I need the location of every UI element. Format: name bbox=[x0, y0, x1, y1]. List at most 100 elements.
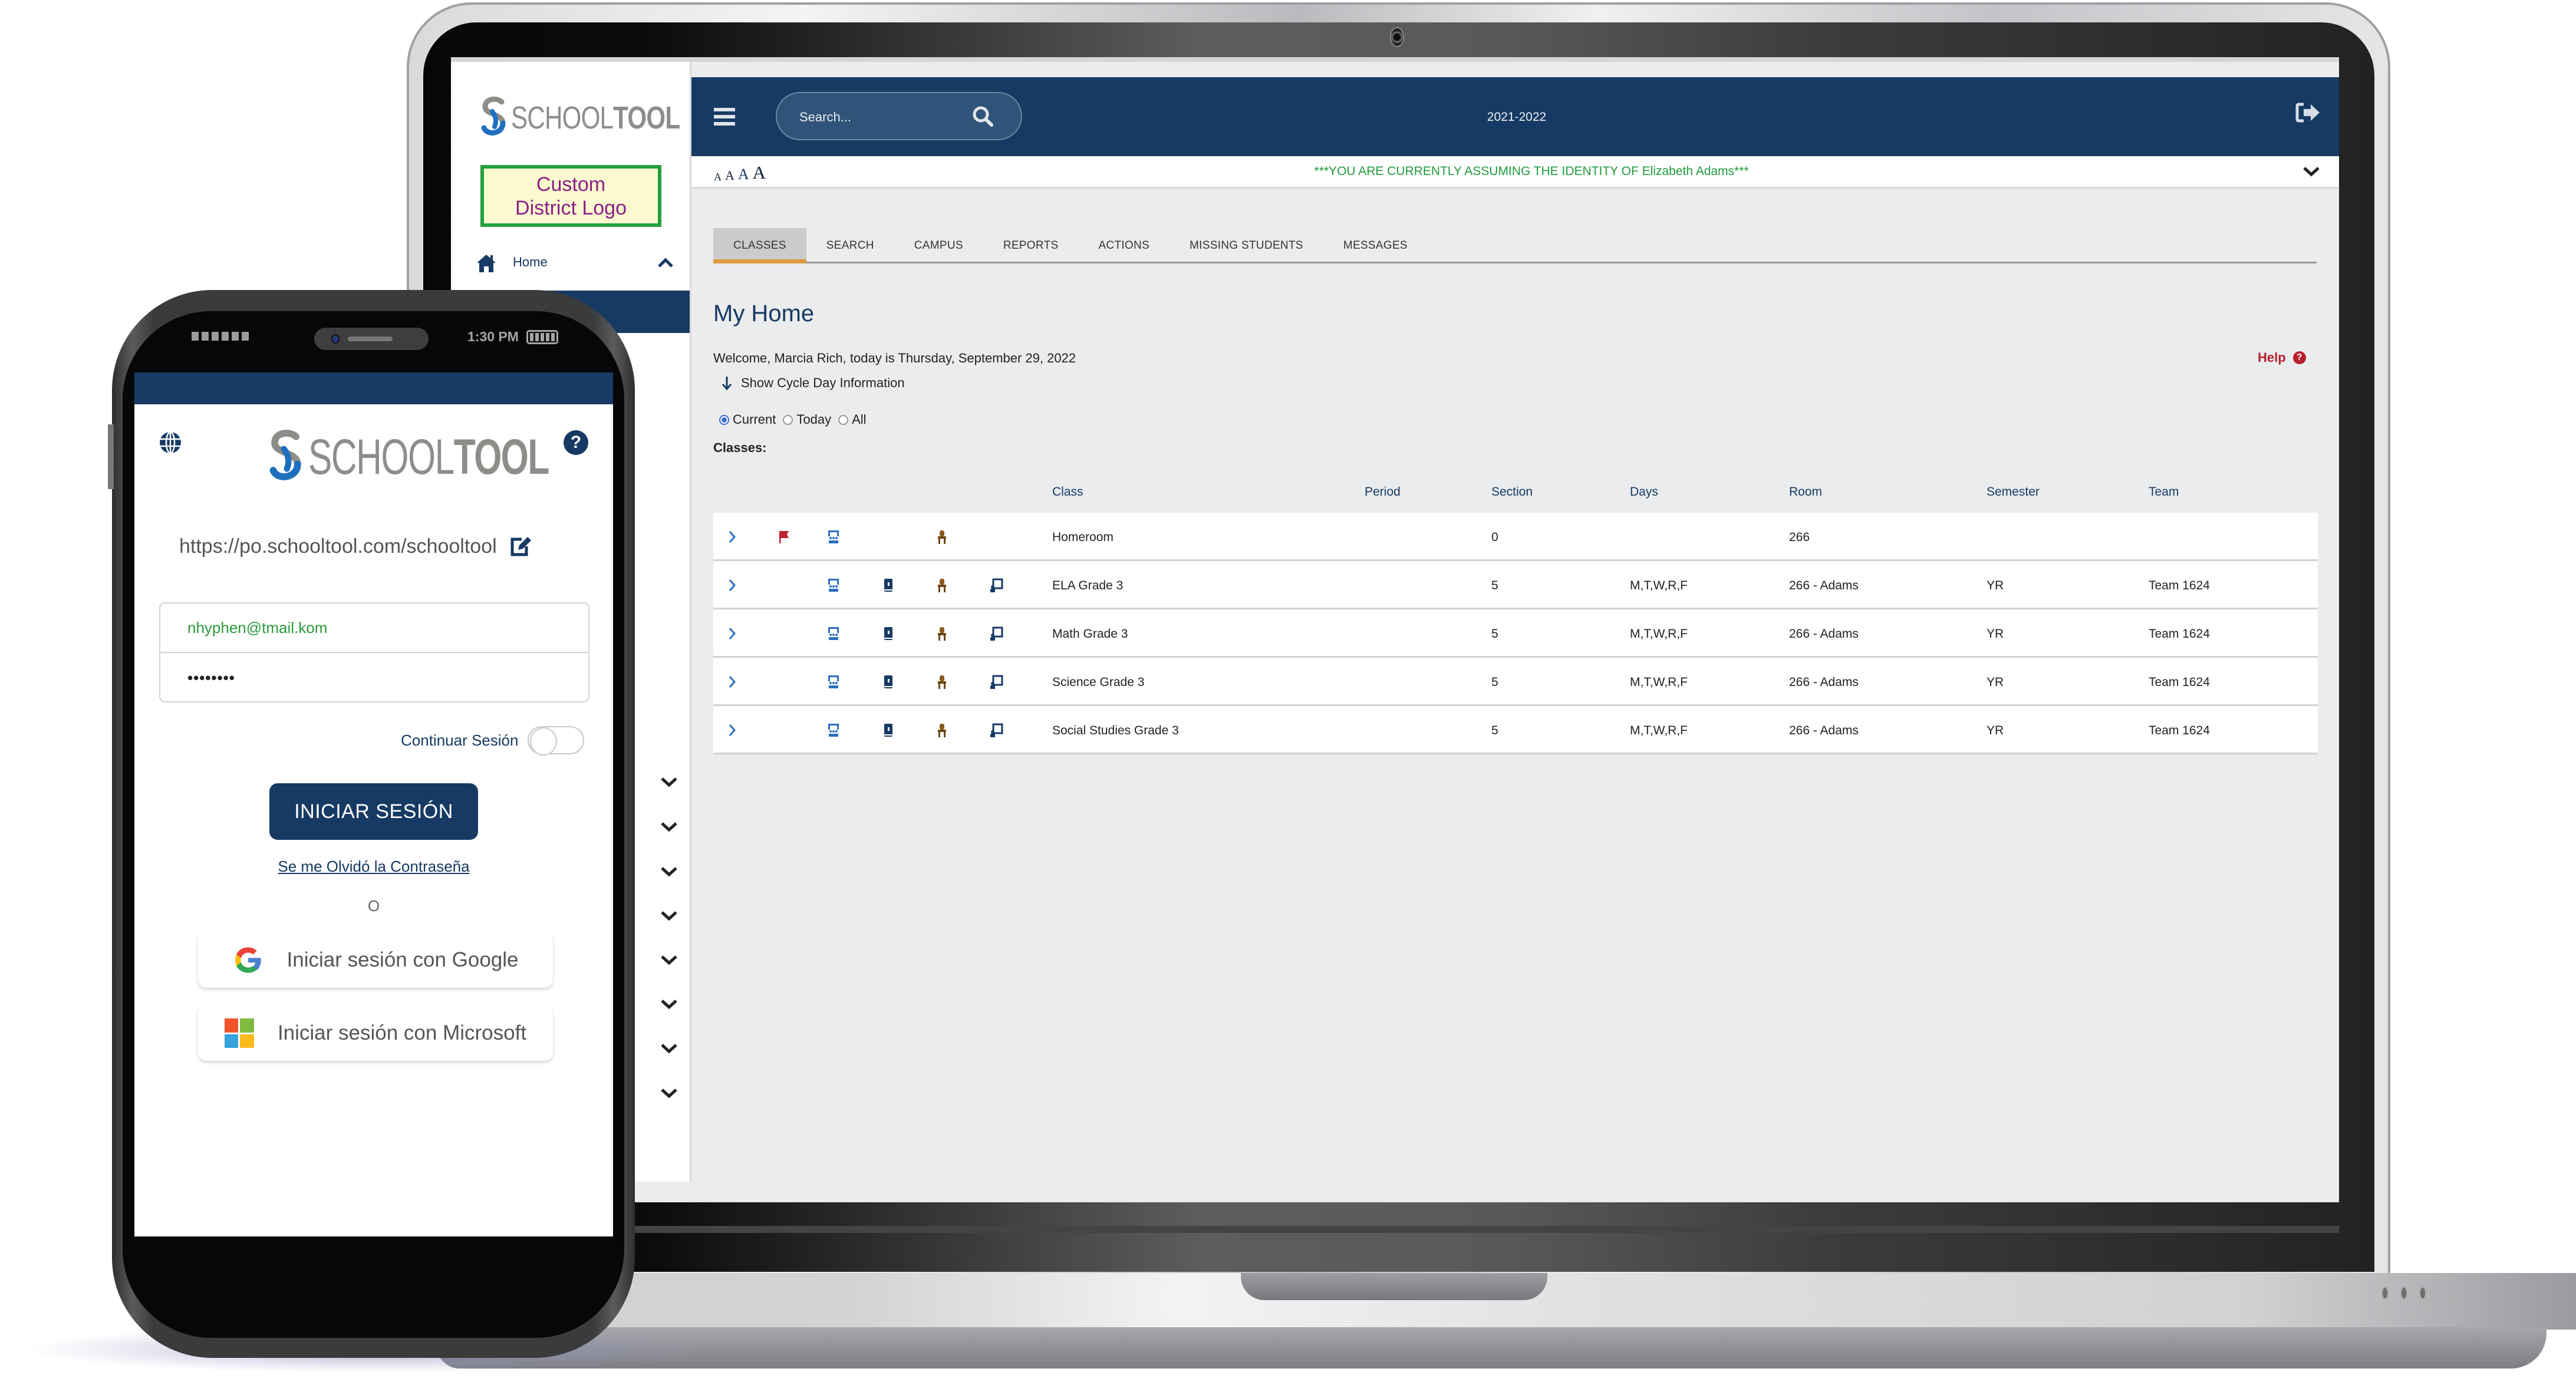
chevron-down-icon[interactable] bbox=[660, 910, 678, 922]
gradebook-icon[interactable] bbox=[881, 578, 895, 593]
email-field[interactable]: nhyphen@tmail.kom bbox=[160, 604, 588, 653]
tab-classes[interactable]: CLASSES bbox=[713, 228, 806, 263]
menu-icon[interactable] bbox=[714, 108, 735, 126]
attendance-chair-icon[interactable] bbox=[935, 578, 949, 593]
column-header-team[interactable]: Team bbox=[2149, 485, 2179, 499]
cell-semester: YR bbox=[1987, 579, 2004, 592]
table-row[interactable]: Social Studies Grade 3 5 M,T,W,R,F 266 - Ad… bbox=[713, 706, 2318, 754]
page-title: My Home bbox=[713, 301, 815, 327]
chevron-down-icon[interactable] bbox=[660, 1087, 678, 1099]
column-header-days[interactable]: Days bbox=[1630, 485, 1658, 499]
logout-icon[interactable] bbox=[2295, 102, 2321, 123]
cell-semester: YR bbox=[1987, 675, 2004, 689]
tab-messages[interactable]: MESSAGES bbox=[1323, 228, 1428, 263]
table-row[interactable]: ELA Grade 3 5 M,T,W,R,F 266 - Adams YR Team 1… bbox=[713, 561, 2318, 609]
font-size-large[interactable]: A bbox=[738, 166, 749, 183]
expand-chevron-icon[interactable] bbox=[725, 626, 739, 641]
gradebook-icon[interactable] bbox=[881, 674, 895, 690]
gradebook-icon[interactable] bbox=[881, 723, 895, 738]
column-header-class[interactable]: Class bbox=[1052, 485, 1083, 499]
seating-chart-icon[interactable] bbox=[826, 626, 841, 641]
table-row[interactable]: Science Grade 3 5 M,T,W,R,F 266 - Adams YR Te… bbox=[713, 658, 2318, 706]
chevron-down-icon[interactable] bbox=[660, 866, 678, 878]
expand-chevron-icon[interactable] bbox=[725, 723, 739, 738]
show-cycle-day-toggle[interactable]: Show Cycle Day Information bbox=[721, 375, 905, 391]
cell-class[interactable]: Science Grade 3 bbox=[1052, 675, 1144, 690]
tab-actions[interactable]: ACTIONS bbox=[1078, 228, 1170, 263]
browser-top-strip bbox=[451, 57, 2339, 62]
gradebook-icon[interactable] bbox=[881, 626, 895, 641]
tab-search[interactable]: SEARCH bbox=[806, 228, 894, 263]
tab-campus[interactable]: CAMPUS bbox=[894, 228, 983, 263]
column-header-room[interactable]: Room bbox=[1789, 485, 1822, 499]
chevron-down-icon[interactable] bbox=[660, 998, 678, 1010]
laptop-base-edge bbox=[436, 1327, 2547, 1368]
table-header: Class Period Section Days Room Semester … bbox=[713, 470, 2318, 513]
radio-current[interactable] bbox=[719, 414, 729, 425]
microsoft-signin-button[interactable]: Iniciar sesión con Microsoft bbox=[198, 1005, 553, 1061]
status-time: 1:30 PM bbox=[467, 329, 519, 344]
chevron-up-icon[interactable] bbox=[657, 257, 674, 269]
seating-chart-icon[interactable] bbox=[826, 723, 841, 738]
seating-chart-icon[interactable] bbox=[826, 674, 841, 690]
expand-chevron-icon[interactable] bbox=[725, 578, 739, 593]
flag-icon[interactable] bbox=[777, 529, 791, 545]
column-header-period[interactable]: Period bbox=[1365, 485, 1401, 499]
speaker-grille bbox=[348, 337, 393, 341]
edit-icon[interactable] bbox=[509, 535, 532, 558]
top-navbar: Search... 2021-2022 bbox=[691, 77, 2339, 156]
cell-team: Team 1624 bbox=[2149, 627, 2210, 641]
table-row[interactable]: Math Grade 3 5 M,T,W,R,F 266 - Adams YR Team … bbox=[713, 609, 2318, 658]
keep-session-toggle[interactable] bbox=[528, 726, 585, 756]
school-year-label[interactable]: 2021-2022 bbox=[1487, 110, 1546, 124]
assignments-icon[interactable] bbox=[989, 723, 1003, 738]
cell-class[interactable]: Homeroom bbox=[1052, 530, 1114, 545]
column-header-semester[interactable]: Semester bbox=[1987, 485, 2040, 499]
cell-team: Team 1624 bbox=[2149, 675, 2210, 689]
main-tabs: CLASSES SEARCH CAMPUS REPORTS ACTIONS MI… bbox=[713, 228, 2317, 263]
attendance-chair-icon[interactable] bbox=[935, 529, 949, 545]
forgot-password-link[interactable]: Se me Olvidó la Contraseña bbox=[134, 858, 613, 876]
attendance-chair-icon[interactable] bbox=[935, 723, 949, 738]
schooltool-logo[interactable]: SCHOOLTOOL bbox=[479, 96, 727, 140]
seating-chart-icon[interactable] bbox=[826, 529, 841, 545]
assignments-icon[interactable] bbox=[989, 674, 1003, 690]
chevron-down-icon[interactable] bbox=[2302, 166, 2320, 177]
cell-room: 266 bbox=[1789, 530, 1810, 544]
chevron-down-icon[interactable] bbox=[660, 776, 678, 788]
cell-class[interactable]: Math Grade 3 bbox=[1052, 627, 1128, 641]
globe-icon[interactable] bbox=[158, 430, 183, 455]
attendance-chair-icon[interactable] bbox=[935, 674, 949, 690]
font-size-small[interactable]: A bbox=[714, 171, 722, 183]
home-icon bbox=[477, 255, 496, 272]
tab-missing-students[interactable]: MISSING STUDENTS bbox=[1170, 228, 1323, 263]
sidebar-item-home[interactable]: Home bbox=[451, 242, 690, 289]
font-size-medium[interactable]: A bbox=[725, 168, 734, 183]
chevron-down-icon[interactable] bbox=[660, 1043, 678, 1054]
cell-team: Team 1624 bbox=[2149, 724, 2210, 737]
tab-reports[interactable]: REPORTS bbox=[983, 228, 1079, 263]
radio-all[interactable] bbox=[838, 414, 849, 425]
font-size-xlarge[interactable]: A bbox=[753, 162, 766, 183]
cell-class[interactable]: Social Studies Grade 3 bbox=[1052, 724, 1179, 738]
district-logo-line1: Custom bbox=[536, 173, 606, 196]
cell-class[interactable]: ELA Grade 3 bbox=[1052, 579, 1123, 593]
cell-days: M,T,W,R,F bbox=[1630, 724, 1688, 737]
assignments-icon[interactable] bbox=[989, 626, 1003, 641]
seating-chart-icon[interactable] bbox=[826, 578, 841, 593]
password-field[interactable]: •••••••• bbox=[160, 653, 588, 703]
expand-chevron-icon[interactable] bbox=[725, 529, 739, 545]
assignments-icon[interactable] bbox=[989, 578, 1003, 593]
search-icon[interactable] bbox=[971, 105, 995, 128]
chevron-down-icon[interactable] bbox=[660, 954, 678, 966]
attendance-chair-icon[interactable] bbox=[935, 626, 949, 641]
column-header-section[interactable]: Section bbox=[1491, 485, 1533, 499]
radio-today[interactable] bbox=[783, 414, 793, 425]
expand-chevron-icon[interactable] bbox=[725, 674, 739, 690]
chevron-down-icon[interactable] bbox=[660, 821, 678, 833]
help-link[interactable]: Help ? bbox=[2258, 350, 2306, 365]
google-signin-button[interactable]: Iniciar sesión con Google bbox=[198, 932, 553, 988]
table-row[interactable]: Homeroom 0 266 bbox=[713, 513, 2318, 561]
search-input[interactable]: Search... bbox=[776, 92, 1022, 140]
login-button[interactable]: INICIAR SESIÓN bbox=[269, 783, 478, 840]
